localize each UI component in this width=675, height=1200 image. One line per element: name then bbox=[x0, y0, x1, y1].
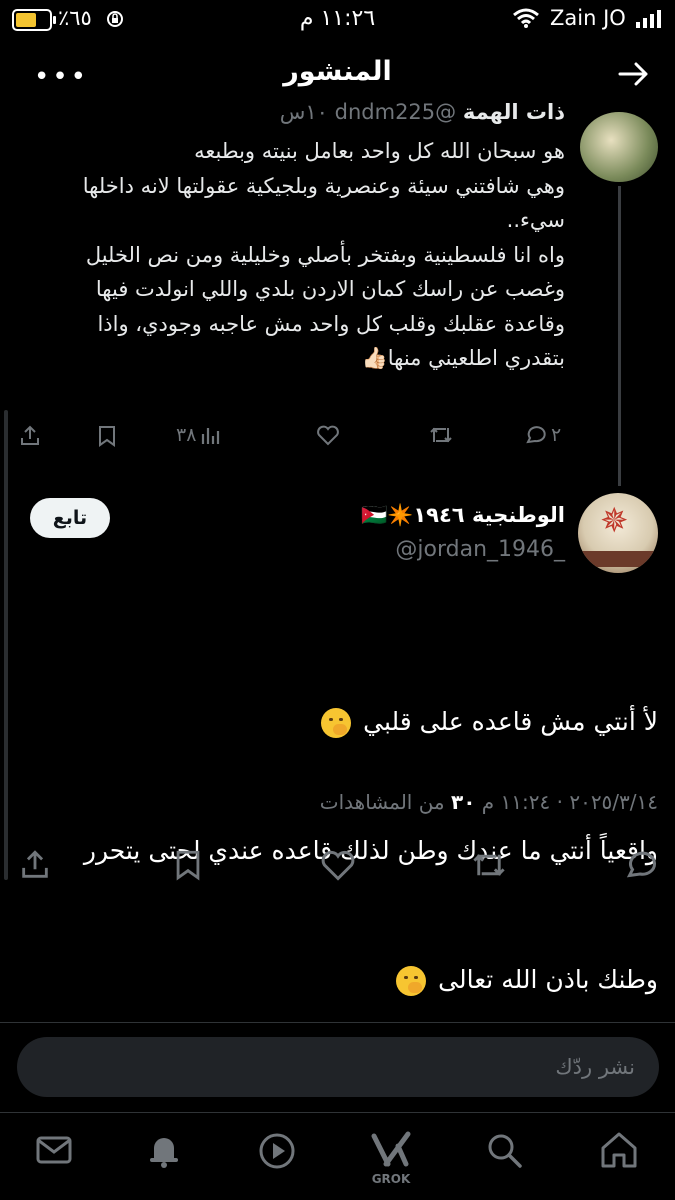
reply-icon bbox=[526, 426, 546, 444]
main-post-avatar[interactable]: ✵ bbox=[578, 493, 658, 573]
carrier-name: Zain JO bbox=[550, 6, 626, 30]
previous-post-actions: ٣٨ ٢ bbox=[18, 424, 563, 456]
previous-post-header: ذات الهمة @dndm225 ١٠س bbox=[180, 100, 565, 124]
thread-line bbox=[618, 186, 621, 486]
main-post-author-handle[interactable]: @jordan_1946_ bbox=[360, 537, 565, 562]
views-count: ٣٨ bbox=[176, 424, 197, 446]
reply-placeholder: نشر ردّك bbox=[555, 1055, 635, 1079]
main-post-line: وطنك باذن الله تعالى bbox=[18, 958, 658, 1001]
previous-post-text: هو سبحان الله كل واحد بعامل بنيته وبطبعه… bbox=[82, 139, 565, 370]
previous-post-avatar[interactable] bbox=[580, 112, 658, 182]
signal-icon bbox=[636, 10, 661, 28]
reply-count: ٢ bbox=[551, 424, 562, 446]
heart-icon[interactable] bbox=[320, 848, 356, 882]
scroll-indicator[interactable] bbox=[4, 410, 8, 880]
notifications-icon[interactable] bbox=[144, 1130, 184, 1170]
search-icon[interactable] bbox=[484, 1130, 524, 1170]
heart-icon bbox=[317, 425, 339, 446]
repost-button[interactable] bbox=[428, 424, 454, 446]
previous-post-author-handle[interactable]: @dndm225 bbox=[335, 100, 457, 124]
grok-icon[interactable] bbox=[368, 1130, 414, 1170]
post-views-count: ٣٠ bbox=[451, 790, 476, 814]
post-views-label: من المشاهدات bbox=[319, 790, 445, 814]
bookmark-icon[interactable] bbox=[172, 848, 204, 882]
status-bar: ٪٦٥ ١١:٢٦ م Zain JO bbox=[0, 0, 675, 40]
wifi-icon bbox=[513, 8, 539, 28]
post-metadata: ٢٠٢٥/٣/١٤ · ١١:٢٤ م ٣٠ من المشاهدات bbox=[200, 790, 658, 814]
share-button[interactable] bbox=[18, 424, 42, 448]
page-title: المنشور bbox=[283, 56, 392, 87]
home-icon[interactable] bbox=[598, 1130, 640, 1170]
share-icon[interactable] bbox=[18, 848, 52, 882]
post-date: ٢٠٢٥/٣/١٤ bbox=[569, 790, 658, 814]
messages-icon[interactable] bbox=[34, 1130, 74, 1170]
previous-post-author-name[interactable]: ذات الهمة bbox=[463, 100, 565, 124]
face-hand-over-mouth-icon bbox=[321, 708, 352, 738]
repost-icon bbox=[430, 427, 452, 443]
repost-icon[interactable] bbox=[470, 848, 508, 882]
meta-separator: · bbox=[556, 790, 563, 814]
previous-post-time: ١٠س bbox=[279, 100, 328, 124]
divider bbox=[0, 1022, 675, 1023]
main-post-text: لأ أنتي مش قاعده على قلبي واقعياً أنتي م… bbox=[18, 614, 658, 1044]
reply-input[interactable]: نشر ردّك bbox=[17, 1037, 659, 1097]
bookmark-icon bbox=[99, 426, 115, 447]
video-icon[interactable] bbox=[256, 1130, 298, 1172]
face-hand-over-mouth-icon bbox=[396, 966, 427, 996]
back-arrow-icon[interactable] bbox=[616, 56, 652, 92]
share-icon bbox=[21, 425, 39, 445]
main-post-actions bbox=[18, 848, 663, 884]
reply-icon[interactable] bbox=[622, 848, 658, 882]
main-post-author-name[interactable]: الوطنجية ١٩٤٦✴️🇯🇴 bbox=[360, 503, 565, 528]
main-post-line-text: وطنك باذن الله تعالى bbox=[438, 965, 658, 994]
views-icon bbox=[202, 428, 220, 444]
main-post-line: لأ أنتي مش قاعده على قلبي bbox=[18, 700, 658, 743]
main-post-line-text: لأ أنتي مش قاعده على قلبي bbox=[363, 707, 658, 736]
reply-button[interactable]: ٢ bbox=[523, 424, 561, 446]
post-time: ١١:٢٤ م bbox=[481, 790, 551, 814]
follow-button[interactable]: تابع bbox=[30, 498, 110, 538]
grok-label: GROK bbox=[371, 1172, 411, 1186]
star-logo-icon: ✵ bbox=[600, 501, 629, 541]
bookmark-button[interactable] bbox=[96, 424, 118, 448]
divider bbox=[0, 1112, 675, 1113]
like-button[interactable] bbox=[316, 424, 340, 446]
views-button[interactable]: ٣٨ bbox=[176, 424, 222, 446]
